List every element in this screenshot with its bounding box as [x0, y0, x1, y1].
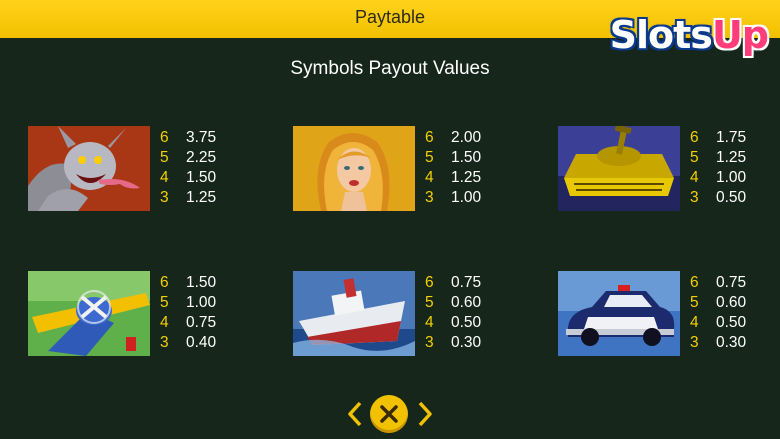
match-count: 4: [160, 169, 169, 186]
slotsup-logo: Slots Up: [609, 6, 769, 64]
match-count: 3: [690, 334, 699, 351]
payout-value: 0.60: [451, 294, 482, 311]
symbol-tank: 6 1.75 5 1.25 4 1.00 3 0.50: [558, 126, 758, 212]
payout-row: 3 0.30: [425, 333, 481, 353]
payout-value: 1.25: [716, 149, 747, 166]
symbol-police-car: 6 0.75 5 0.60 4 0.50 3 0.30: [558, 271, 758, 357]
logo-text-up: Up: [711, 13, 769, 57]
payout-list: 6 1.50 5 1.00 4 0.75 3 0.40: [160, 273, 216, 353]
symbol-woman: 6 2.00 5 1.50 4 1.25 3 1.00: [293, 126, 493, 212]
payout-list: 6 1.75 5 1.25 4 1.00 3 0.50: [690, 128, 746, 208]
payout-row: 5 1.50: [425, 148, 481, 168]
match-count: 5: [690, 149, 699, 166]
symbol-ship: 6 0.75 5 0.60 4 0.50 3 0.30: [293, 271, 493, 357]
match-count: 4: [160, 314, 169, 331]
match-count: 3: [690, 189, 699, 206]
match-count: 3: [425, 189, 434, 206]
logo-text-slots: Slots: [609, 13, 713, 57]
payout-value: 0.30: [451, 334, 482, 351]
match-count: 4: [425, 169, 434, 186]
match-count: 5: [690, 294, 699, 311]
payout-row: 3 0.40: [160, 333, 216, 353]
match-count: 5: [425, 149, 434, 166]
match-count: 6: [690, 274, 699, 291]
payout-value: 1.25: [186, 189, 217, 206]
match-count: 6: [425, 129, 434, 146]
payout-value: 0.75: [186, 314, 217, 331]
payout-row: 6 1.50: [160, 273, 216, 293]
match-count: 3: [160, 334, 169, 351]
symbol-airplane: 6 1.50 5 1.00 4 0.75 3 0.40: [28, 271, 228, 357]
match-count: 6: [160, 274, 169, 291]
payout-value: 0.60: [716, 294, 747, 311]
chevron-right-icon[interactable]: [417, 401, 433, 427]
payout-list: 6 2.00 5 1.50 4 1.25 3 1.00: [425, 128, 481, 208]
payout-value: 0.50: [451, 314, 482, 331]
payout-row: 4 1.50: [160, 168, 216, 188]
airplane-icon: [28, 271, 150, 356]
match-count: 6: [160, 129, 169, 146]
payout-value: 1.75: [716, 129, 747, 146]
payout-row: 5 0.60: [425, 293, 481, 313]
payout-value: 0.30: [716, 334, 747, 351]
payout-value: 1.50: [186, 169, 217, 186]
payout-value: 0.75: [451, 274, 482, 291]
payout-list: 6 0.75 5 0.60 4 0.50 3 0.30: [690, 273, 746, 353]
match-count: 4: [425, 314, 434, 331]
payout-row: 4 0.50: [690, 313, 746, 333]
woman-icon: [293, 126, 415, 211]
payout-row: 5 0.60: [690, 293, 746, 313]
match-count: 5: [160, 149, 169, 166]
paytable-subtitle: Symbols Payout Values: [290, 58, 490, 79]
match-count: 6: [690, 129, 699, 146]
symbol-demon: 6 3.75 5 2.25 4 1.50 3 1.25: [28, 126, 228, 212]
payout-row: 3 1.25: [160, 188, 216, 208]
payout-row: 5 1.00: [160, 293, 216, 313]
payout-value: 0.75: [716, 274, 747, 291]
match-count: 5: [425, 294, 434, 311]
payout-row: 4 1.25: [425, 168, 481, 188]
payout-value: 1.00: [451, 189, 482, 206]
close-icon: [380, 405, 398, 423]
payout-row: 5 1.25: [690, 148, 746, 168]
demon-icon: [28, 126, 150, 211]
payout-list: 6 0.75 5 0.60 4 0.50 3 0.30: [425, 273, 481, 353]
payout-row: 3 0.30: [690, 333, 746, 353]
tank-icon: [558, 126, 680, 211]
payout-list: 6 3.75 5 2.25 4 1.50 3 1.25: [160, 128, 216, 208]
payout-row: 3 1.00: [425, 188, 481, 208]
payout-row: 4 0.50: [425, 313, 481, 333]
match-count: 3: [160, 189, 169, 206]
match-count: 4: [690, 169, 699, 186]
payout-value: 3.75: [186, 129, 217, 146]
payout-value: 0.50: [716, 189, 747, 206]
payout-value: 1.50: [186, 274, 217, 291]
payout-row: 3 0.50: [690, 188, 746, 208]
payout-value: 0.40: [186, 334, 217, 351]
payout-value: 1.00: [716, 169, 747, 186]
close-button[interactable]: [370, 395, 408, 433]
payout-row: 5 2.25: [160, 148, 216, 168]
payout-row: 6 0.75: [425, 273, 481, 293]
payout-row: 6 2.00: [425, 128, 481, 148]
police-car-icon: [558, 271, 680, 356]
paytable-navigation: [347, 395, 433, 433]
payout-value: 0.50: [716, 314, 747, 331]
payout-row: 4 0.75: [160, 313, 216, 333]
payout-row: 4 1.00: [690, 168, 746, 188]
payout-value: 1.50: [451, 149, 482, 166]
match-count: 3: [425, 334, 434, 351]
payout-value: 1.25: [451, 169, 482, 186]
match-count: 4: [690, 314, 699, 331]
payout-value: 2.00: [451, 129, 482, 146]
payout-row: 6 0.75: [690, 273, 746, 293]
payout-row: 6 3.75: [160, 128, 216, 148]
ship-icon: [293, 271, 415, 356]
chevron-left-icon[interactable]: [347, 401, 363, 427]
match-count: 5: [160, 294, 169, 311]
match-count: 6: [425, 274, 434, 291]
payout-value: 2.25: [186, 149, 217, 166]
payout-value: 1.00: [186, 294, 217, 311]
payout-row: 6 1.75: [690, 128, 746, 148]
